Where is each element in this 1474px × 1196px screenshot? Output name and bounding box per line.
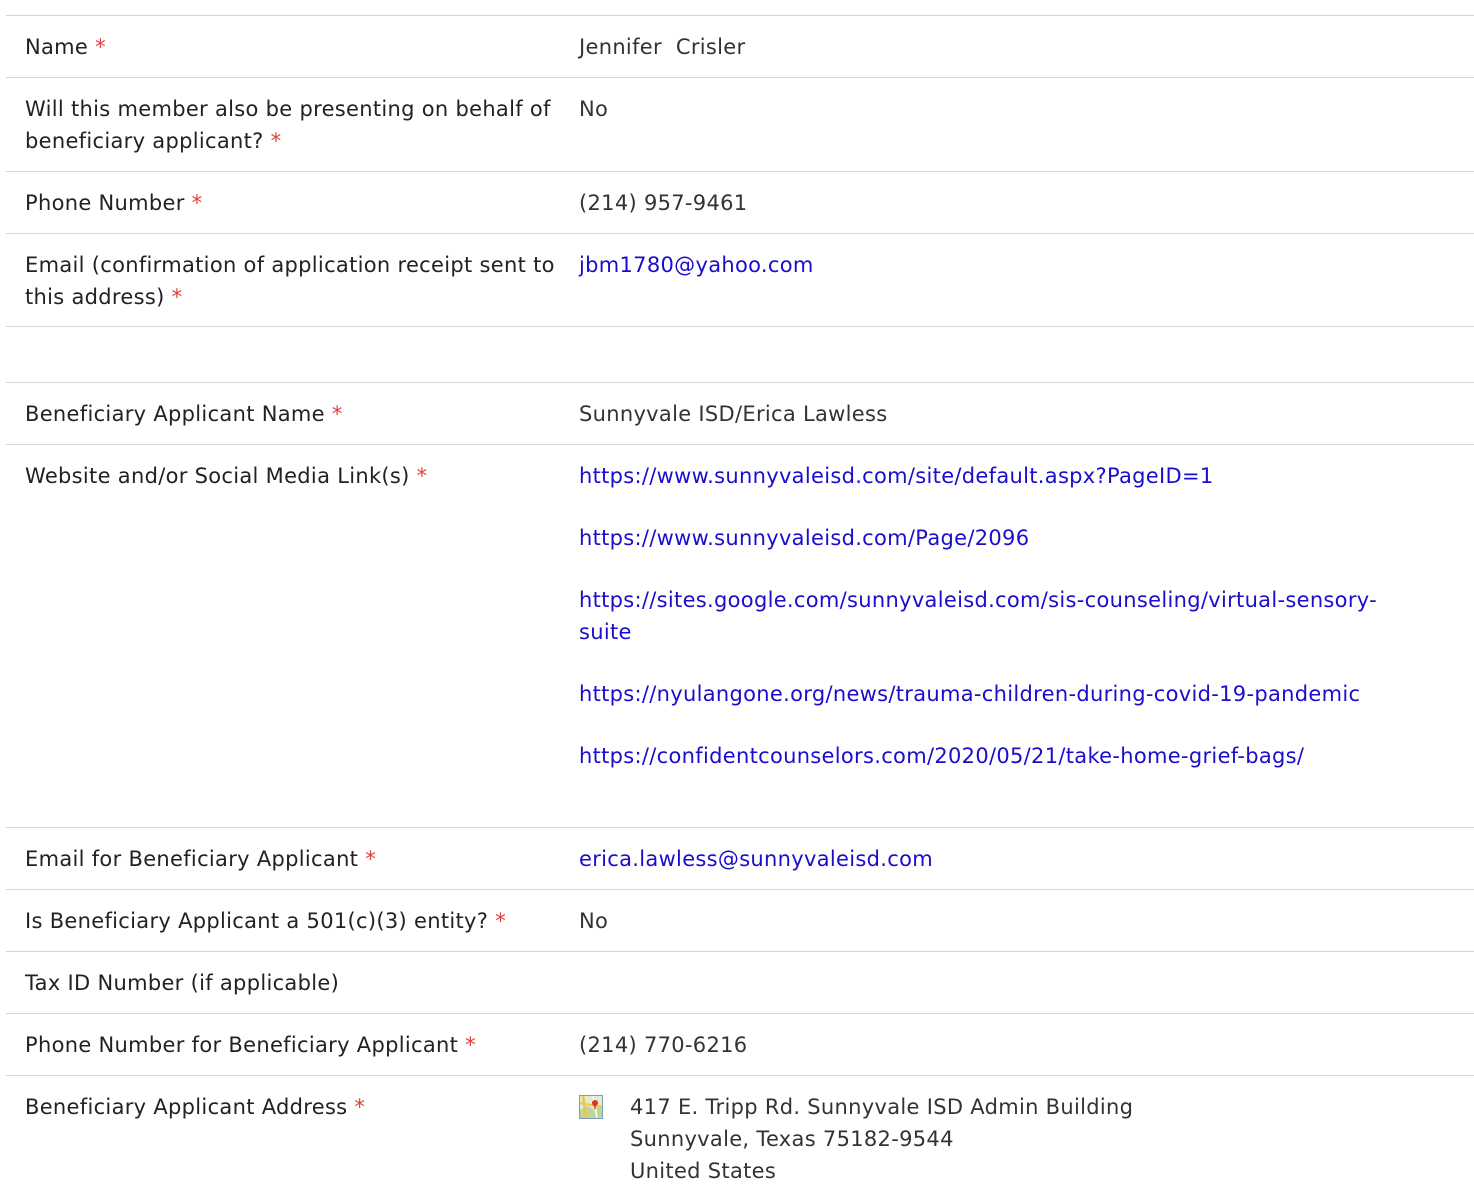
links-list: https://www.sunnyvaleisd.com/site/defaul… (579, 460, 1474, 772)
beneficiary-taxid-row: Tax ID Number (if applicable) (6, 952, 1474, 1014)
required-marker: * (171, 285, 183, 309)
beneficiary-email-value: erica.lawless@sunnyvaleisd.com (579, 828, 1474, 889)
field-label: Phone Number for Beneficiary Applicant * (25, 1033, 476, 1057)
beneficiary-email-row: Email for Beneficiary Applicant * erica.… (6, 828, 1474, 890)
required-marker: * (354, 1095, 366, 1119)
field-label: Tax ID Number (if applicable) (25, 971, 340, 995)
beneficiary-name-row: Beneficiary Applicant Name * Sunnyvale I… (6, 383, 1474, 445)
required-marker: * (495, 909, 506, 933)
map-icon[interactable] (579, 1095, 603, 1119)
website-link[interactable]: https://confidentcounselors.com/2020/05/… (579, 744, 1304, 768)
beneficiary-501c3-row: Is Beneficiary Applicant a 501(c)(3) ent… (6, 890, 1474, 952)
list-item: https://confidentcounselors.com/2020/05/… (579, 740, 1474, 772)
member-presenting-row: Will this member also be presenting on b… (6, 78, 1474, 172)
beneficiary-website-row: Website and/or Social Media Link(s) * ht… (6, 445, 1474, 828)
website-link[interactable]: https://nyulangone.org/news/trauma-child… (579, 678, 1360, 710)
beneficiary-phone-row: Phone Number for Beneficiary Applicant *… (6, 1014, 1474, 1076)
field-label: Beneficiary Applicant Name * (25, 402, 343, 426)
member-details-section: Name * Jennifer Crisler Will this member… (6, 15, 1474, 327)
address-line-1: 417 E. Tripp Rd. Sunnyvale ISD Admin Bui… (630, 1095, 1134, 1119)
field-label: Will this member also be presenting on b… (25, 97, 551, 153)
member-presenting-value: No (579, 97, 609, 121)
beneficiary-details-section: Beneficiary Applicant Name * Sunnyvale I… (6, 382, 1474, 1196)
website-link[interactable]: https://sites.google.com/sunnyvaleisd.co… (579, 584, 1399, 648)
required-marker: * (365, 847, 377, 871)
required-marker: * (331, 402, 343, 426)
field-label: Is Beneficiary Applicant a 501(c)(3) ent… (25, 909, 506, 933)
address-line-3: United States (630, 1159, 777, 1183)
field-label: Website and/or Social Media Link(s) * (25, 464, 428, 488)
list-item: https://www.sunnyvaleisd.com/site/defaul… (579, 460, 1474, 492)
required-marker: * (191, 191, 203, 215)
address-line-2: Sunnyvale, Texas 75182-9544 (630, 1127, 954, 1151)
address-block: 417 E. Tripp Rd. Sunnyvale ISD Admin Bui… (579, 1091, 1474, 1187)
beneficiary-501c3-value: No (579, 909, 609, 933)
required-marker: * (270, 129, 282, 153)
field-label: Email for Beneficiary Applicant * (25, 847, 377, 871)
list-item: https://sites.google.com/sunnyvaleisd.co… (579, 584, 1474, 648)
member-email-link[interactable]: jbm1780@yahoo.com (579, 253, 814, 277)
list-item: https://www.sunnyvaleisd.com/Page/2096 (579, 522, 1474, 554)
field-label: Beneficiary Applicant Address * (25, 1095, 366, 1119)
required-marker: * (416, 464, 428, 488)
member-phone-row: Phone Number * (214) 957-9461 (6, 172, 1474, 234)
required-marker: * (465, 1033, 476, 1057)
beneficiary-address-row: Beneficiary Applicant Address * 417 E. T… (6, 1076, 1474, 1196)
beneficiary-address: 417 E. Tripp Rd. Sunnyvale ISD Admin Bui… (579, 1076, 1474, 1196)
member-name-row: Name * Jennifer Crisler (6, 16, 1474, 78)
member-email-value: jbm1780@yahoo.com (579, 234, 1474, 326)
beneficiary-links: https://www.sunnyvaleisd.com/site/defaul… (579, 445, 1474, 827)
beneficiary-phone-value: (214) 770-6216 (579, 1033, 748, 1057)
member-name-value: Jennifer Crisler (579, 35, 746, 59)
field-label: Email (confirmation of application recei… (25, 253, 555, 309)
beneficiary-taxid-value (579, 952, 1474, 1013)
beneficiary-email-link[interactable]: erica.lawless@sunnyvaleisd.com (579, 847, 933, 871)
required-marker: * (95, 35, 106, 59)
beneficiary-name-value: Sunnyvale ISD/Erica Lawless (579, 402, 888, 426)
website-link[interactable]: https://www.sunnyvaleisd.com/site/defaul… (579, 464, 1214, 488)
member-phone-value: (214) 957-9461 (579, 191, 748, 215)
field-label: Name * (25, 35, 106, 59)
member-email-row: Email (confirmation of application recei… (6, 234, 1474, 327)
list-item: https://nyulangone.org/news/trauma-child… (579, 678, 1474, 710)
website-link[interactable]: https://www.sunnyvaleisd.com/Page/2096 (579, 526, 1029, 550)
address-lines: 417 E. Tripp Rd. Sunnyvale ISD Admin Bui… (630, 1091, 1133, 1187)
field-label: Phone Number * (25, 191, 203, 215)
